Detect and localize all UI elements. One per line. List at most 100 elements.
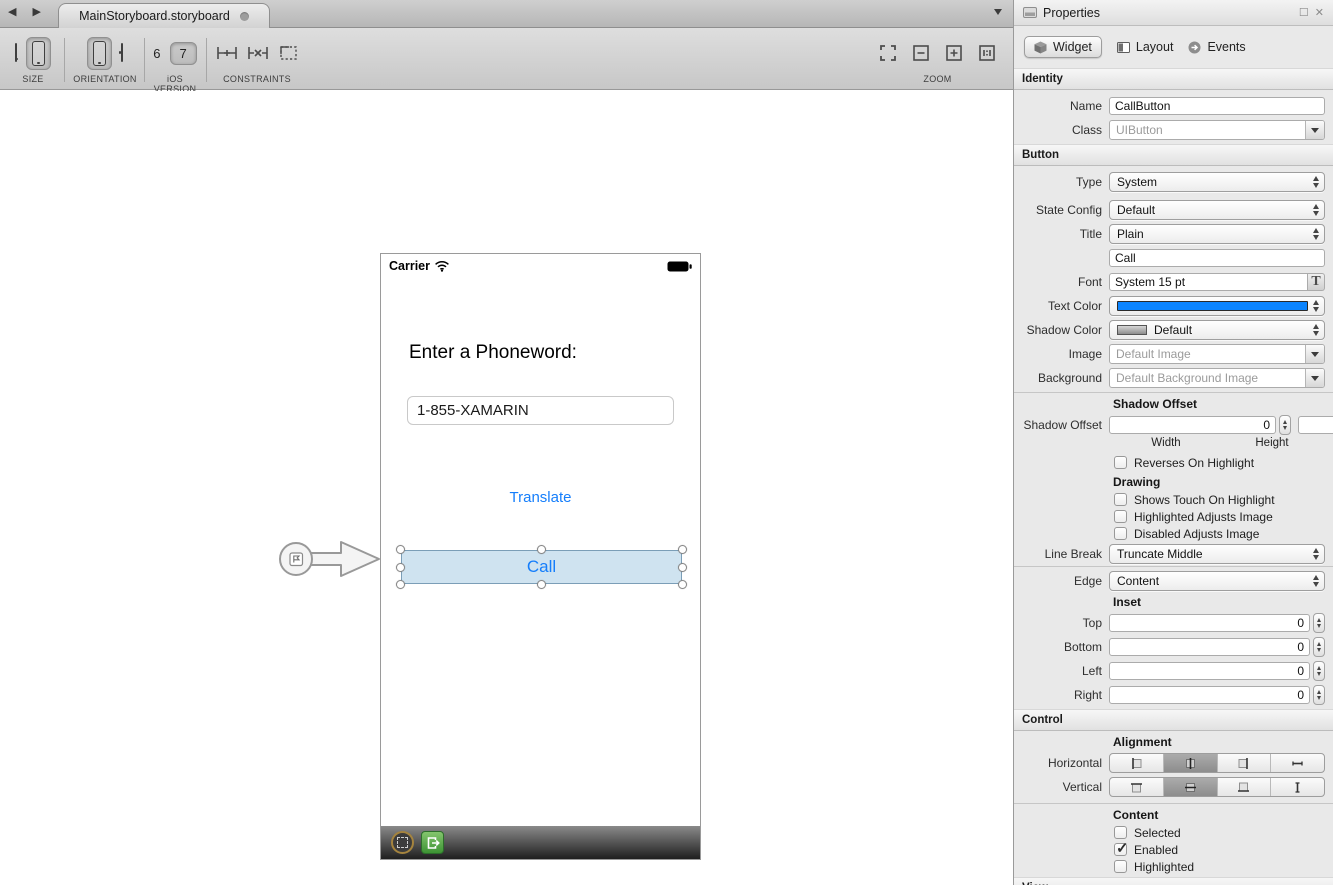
divider bbox=[1014, 566, 1333, 567]
section-button[interactable]: Button bbox=[1014, 144, 1333, 166]
halign-right-button[interactable] bbox=[1218, 754, 1272, 772]
dropdown-icon[interactable] bbox=[1305, 369, 1324, 387]
title-mode-row: Title Plain bbox=[1014, 222, 1333, 246]
ios6-button[interactable]: 6 bbox=[153, 46, 160, 61]
selected-checkbox[interactable] bbox=[1114, 826, 1127, 839]
font-input[interactable] bbox=[1109, 273, 1308, 291]
selection-handle[interactable] bbox=[396, 563, 405, 572]
state-config-row: State Config Default bbox=[1014, 198, 1333, 222]
tab-layout[interactable]: Layout bbox=[1117, 40, 1174, 54]
edge-value: Content bbox=[1117, 574, 1159, 588]
section-identity[interactable]: Identity bbox=[1014, 68, 1333, 90]
tab-mainstoryboard[interactable]: MainStoryboard.storyboard bbox=[58, 3, 270, 28]
selection-handle[interactable] bbox=[678, 545, 687, 554]
font-picker-icon[interactable]: T bbox=[1308, 273, 1325, 291]
class-combo[interactable]: UIButton bbox=[1109, 120, 1325, 140]
tab-events[interactable]: Events bbox=[1188, 40, 1245, 54]
selection-handle[interactable] bbox=[396, 545, 405, 554]
highlighted-checkbox[interactable] bbox=[1114, 860, 1127, 873]
call-button-selection[interactable]: Call bbox=[401, 550, 682, 584]
stepper-icon[interactable] bbox=[1313, 685, 1325, 705]
highlighted-adjusts-checkbox[interactable] bbox=[1114, 510, 1127, 523]
selection-handle[interactable] bbox=[678, 580, 687, 589]
title-text-input[interactable] bbox=[1109, 249, 1325, 267]
inset-bottom-input[interactable] bbox=[1109, 638, 1310, 656]
zoom-actual-icon[interactable] bbox=[979, 45, 995, 61]
view-controller-scene[interactable]: Carrier Enter a Phon bbox=[380, 253, 701, 860]
reverses-checkbox[interactable] bbox=[1114, 456, 1127, 469]
highlighted-row: Highlighted bbox=[1014, 858, 1333, 875]
selection-handle[interactable] bbox=[537, 545, 546, 554]
orientation-landscape-button[interactable] bbox=[121, 44, 123, 62]
frame-resize-icon[interactable] bbox=[278, 45, 298, 61]
selection-handle[interactable] bbox=[678, 563, 687, 572]
inset-header: Inset bbox=[1014, 593, 1333, 611]
type-popup[interactable]: System bbox=[1109, 172, 1325, 192]
edge-popup[interactable]: Content bbox=[1109, 571, 1325, 591]
zoom-fit-icon[interactable] bbox=[880, 45, 896, 61]
size-small-button[interactable] bbox=[15, 44, 17, 62]
valign-bottom-button[interactable] bbox=[1218, 778, 1272, 796]
inset-left-input[interactable] bbox=[1109, 662, 1310, 680]
disabled-adjusts-checkbox[interactable] bbox=[1114, 527, 1127, 540]
inset-top-input[interactable] bbox=[1109, 614, 1310, 632]
name-input[interactable] bbox=[1109, 97, 1325, 115]
title-mode-popup[interactable]: Plain bbox=[1109, 224, 1325, 244]
stepper-icon[interactable] bbox=[1313, 637, 1325, 657]
add-constraint-icon[interactable] bbox=[216, 45, 238, 61]
view-controller-icon[interactable] bbox=[391, 831, 414, 854]
section-control[interactable]: Control bbox=[1014, 709, 1333, 731]
size-tall-button[interactable] bbox=[26, 37, 51, 70]
orientation-group: ORIENTATION bbox=[72, 35, 138, 84]
battery-icon bbox=[667, 261, 692, 272]
tab-widget[interactable]: Widget bbox=[1024, 36, 1102, 58]
panel-detach-icon[interactable]: ☐ bbox=[1299, 6, 1309, 19]
valign-middle-button[interactable] bbox=[1164, 778, 1218, 796]
inset-right-input[interactable] bbox=[1109, 686, 1310, 704]
clear-constraint-icon[interactable] bbox=[247, 45, 269, 61]
translate-button[interactable]: Translate bbox=[381, 489, 700, 506]
dropdown-icon[interactable] bbox=[1305, 345, 1324, 363]
horizontal-alignment-segmented bbox=[1109, 753, 1325, 773]
panel-close-icon[interactable]: ✕ bbox=[1315, 6, 1324, 19]
exit-segue-icon[interactable] bbox=[421, 831, 444, 854]
zoom-out-icon[interactable] bbox=[913, 45, 929, 61]
selection-handle[interactable] bbox=[396, 580, 405, 589]
shadow-width-input[interactable] bbox=[1109, 416, 1276, 434]
background-combo[interactable]: Default Background Image bbox=[1109, 368, 1325, 388]
valign-top-button[interactable] bbox=[1110, 778, 1164, 796]
dropdown-icon[interactable] bbox=[1305, 121, 1324, 139]
tab-modified-icon[interactable] bbox=[240, 12, 249, 21]
call-button[interactable]: Call bbox=[401, 550, 682, 584]
tab-overflow-icon[interactable] bbox=[994, 9, 1002, 15]
halign-center-button[interactable] bbox=[1164, 754, 1218, 772]
shows-touch-row: Shows Touch On Highlight bbox=[1014, 491, 1333, 508]
phoneword-input[interactable] bbox=[407, 396, 674, 425]
text-color-popup[interactable] bbox=[1109, 296, 1325, 316]
orientation-portrait-button[interactable] bbox=[87, 37, 112, 70]
state-config-popup[interactable]: Default bbox=[1109, 200, 1325, 220]
properties-pad-icon bbox=[1023, 7, 1037, 18]
width-height-labels: Width Height bbox=[1014, 437, 1333, 452]
zoom-in-icon[interactable] bbox=[946, 45, 962, 61]
nav-back-icon[interactable]: ◀ bbox=[8, 5, 16, 18]
stepper-icon[interactable] bbox=[1313, 613, 1325, 633]
shadow-color-popup[interactable]: Default bbox=[1109, 320, 1325, 340]
image-combo[interactable]: Default Image bbox=[1109, 344, 1325, 364]
valign-fill-button[interactable] bbox=[1271, 778, 1324, 796]
ios7-button[interactable]: 7 bbox=[170, 42, 197, 65]
section-view[interactable]: View bbox=[1014, 877, 1333, 885]
line-break-popup[interactable]: Truncate Middle bbox=[1109, 544, 1325, 564]
enabled-checkbox[interactable] bbox=[1114, 843, 1127, 856]
stepper-icon[interactable] bbox=[1313, 661, 1325, 681]
stepper-icon[interactable] bbox=[1279, 415, 1291, 435]
shadow-height-input[interactable] bbox=[1298, 416, 1333, 434]
highlighted-adjusts-row: Highlighted Adjusts Image bbox=[1014, 508, 1333, 525]
title-label: Title bbox=[1014, 227, 1109, 241]
design-canvas[interactable]: Carrier Enter a Phon bbox=[0, 91, 1014, 885]
halign-left-button[interactable] bbox=[1110, 754, 1164, 772]
halign-fill-button[interactable] bbox=[1271, 754, 1324, 772]
nav-forward-icon[interactable]: ▶ bbox=[32, 5, 40, 18]
selection-handle[interactable] bbox=[537, 580, 546, 589]
shows-touch-checkbox[interactable] bbox=[1114, 493, 1127, 506]
